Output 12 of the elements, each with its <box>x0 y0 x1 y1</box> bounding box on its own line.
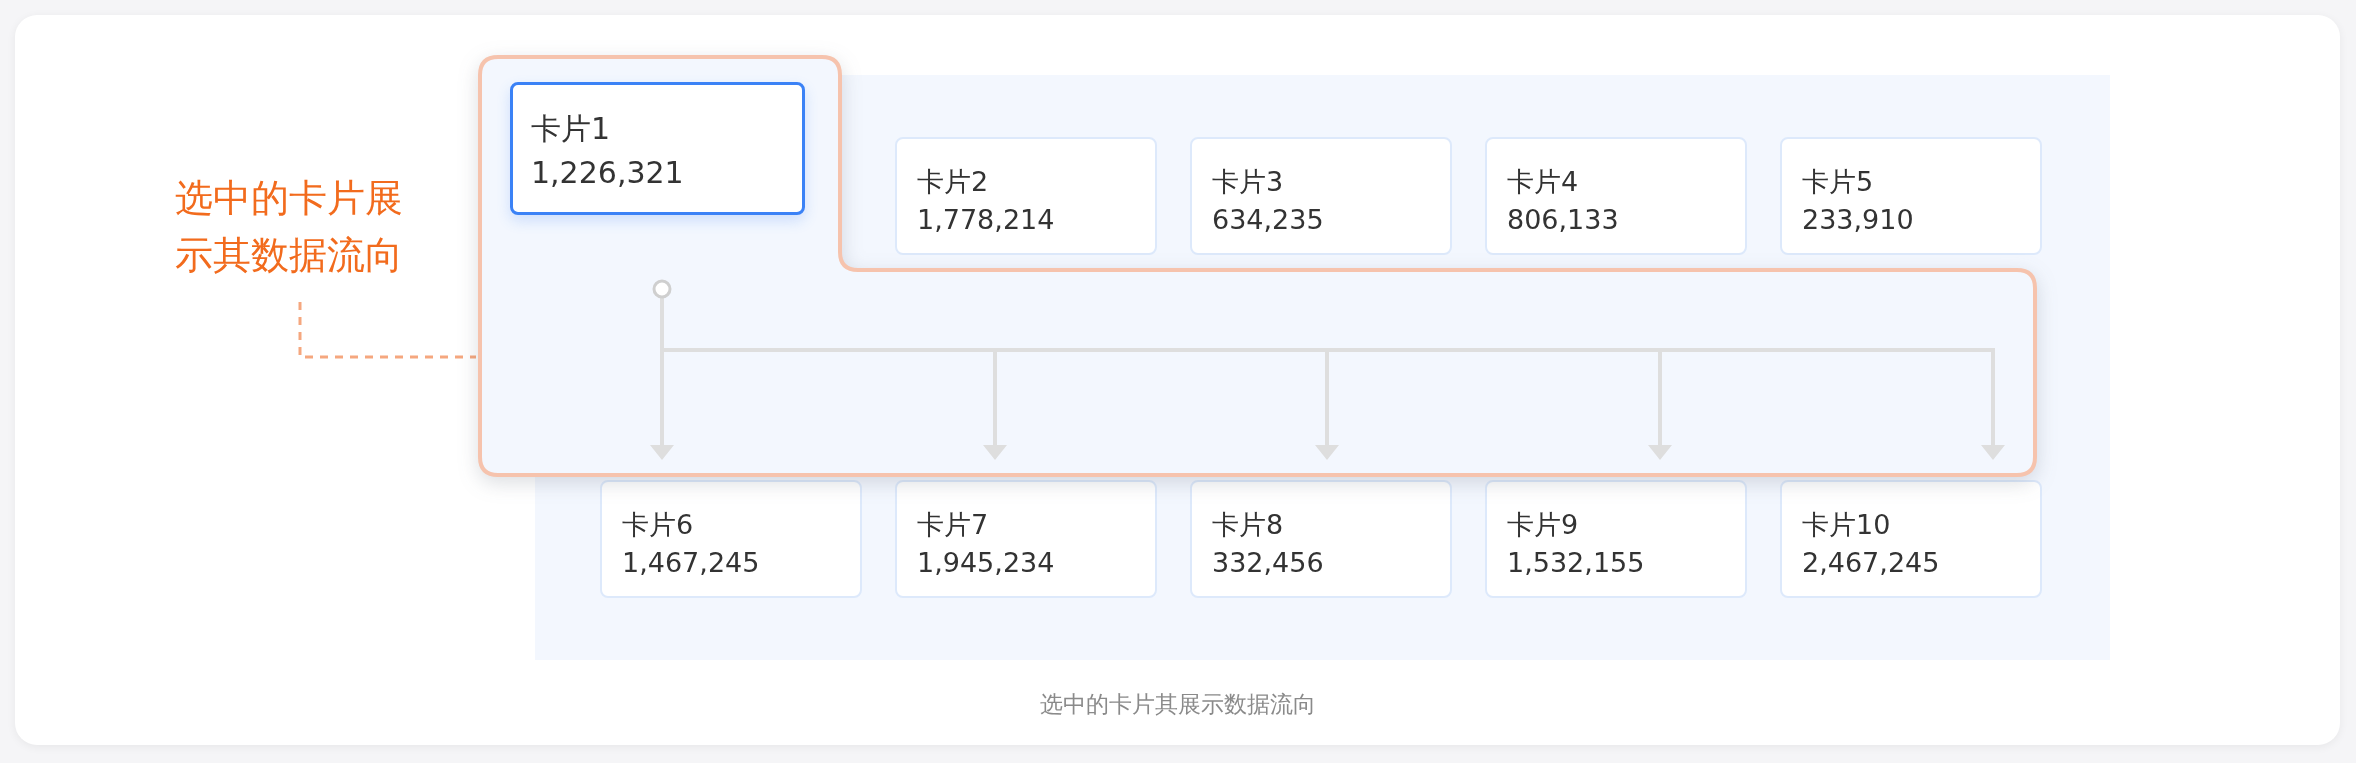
annotation-text: 选中的卡片展示其数据流向 <box>175 175 404 279</box>
data-card[interactable]: 卡片2 1,778,214 <box>895 137 1157 255</box>
data-card[interactable]: 卡片9 1,532,155 <box>1485 480 1747 598</box>
data-card[interactable]: 卡片6 1,467,245 <box>600 480 862 598</box>
data-card[interactable]: 卡片7 1,945,234 <box>895 480 1157 598</box>
caption: 选中的卡片其展示数据流向 <box>1039 691 1316 717</box>
selected-card[interactable]: 卡片1 1,226,321 <box>510 82 805 215</box>
data-card[interactable]: 卡片10 2,467,245 <box>1780 480 2042 598</box>
data-card[interactable]: 卡片4 806,133 <box>1485 137 1747 255</box>
data-card[interactable]: 卡片5 233,910 <box>1780 137 2042 255</box>
data-card[interactable]: 卡片3 634,235 <box>1190 137 1452 255</box>
data-card[interactable]: 卡片8 332,456 <box>1190 480 1452 598</box>
